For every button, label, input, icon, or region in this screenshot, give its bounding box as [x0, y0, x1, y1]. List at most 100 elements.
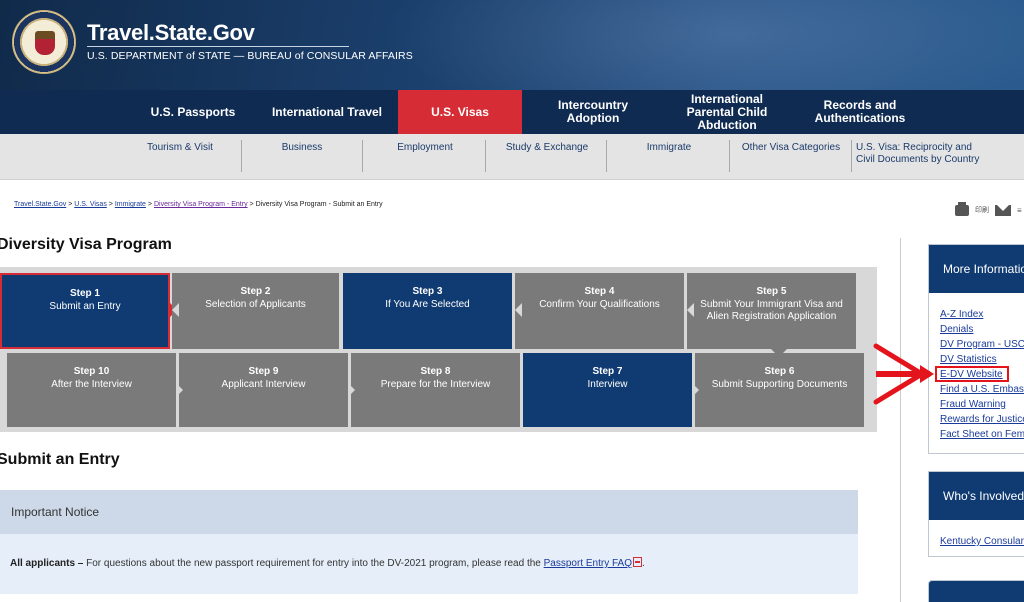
- step-number: Step 2: [240, 286, 271, 297]
- step-number: Step 10: [73, 366, 110, 377]
- site-title[interactable]: Travel.State.Gov: [87, 20, 255, 46]
- nav-us-passports[interactable]: U.S. Passports: [140, 90, 246, 134]
- sidebar-link-dv-statistics[interactable]: DV Statistics: [940, 352, 1024, 367]
- breadcrumb-current: Diversity Visa Program - Submit an Entry: [255, 201, 383, 208]
- breadcrumb-immigrate[interactable]: Immigrate: [115, 201, 146, 208]
- more-icon[interactable]: ≡: [1017, 206, 1022, 215]
- step-1[interactable]: Step 1 Submit an Entry: [0, 273, 170, 349]
- sidebar-link-a-z-index[interactable]: A-Z Index: [940, 307, 1024, 322]
- step-notch: [172, 303, 179, 317]
- site-subtitle: U.S. DEPARTMENT of STATE — BUREAU of CON…: [87, 50, 413, 62]
- step-label: Submit an Entry: [49, 301, 121, 312]
- breadcrumb-dv-entry[interactable]: Diversity Visa Program - Entry: [154, 201, 248, 208]
- whos-involved-links: Kentucky Consular Center: [929, 520, 1024, 549]
- breadcrumb: Travel.State.Gov > U.S. Visas > Immigrat…: [14, 201, 383, 208]
- breadcrumb-separator: >: [249, 201, 254, 208]
- notice-end: .: [642, 558, 645, 569]
- sidebar-link-dv-program-uscis[interactable]: DV Program - USCIS: [940, 337, 1024, 352]
- subnav-employment[interactable]: Employment: [372, 142, 478, 172]
- step-label: If You Are Selected: [385, 299, 470, 310]
- subnav-divider: [485, 140, 486, 172]
- step-label: Prepare for the Interview: [380, 379, 491, 390]
- step-label: Selection of Applicants: [205, 299, 306, 310]
- step-label: Confirm Your Qualifications: [539, 299, 660, 310]
- notice-text: For questions about the new passport req…: [86, 558, 541, 569]
- nav-records-authentications[interactable]: Records and Authentications: [806, 90, 914, 134]
- step-label: Interview: [587, 379, 628, 390]
- subnav-divider: [729, 140, 730, 172]
- section-title: Submit an Entry: [0, 451, 120, 468]
- step-number: Step 7: [592, 366, 623, 377]
- breadcrumb-separator: >: [147, 201, 152, 208]
- subnav-reciprocity[interactable]: U.S. Visa: Reciprocity and Civil Documen…: [856, 142, 980, 172]
- nav-intercountry-adoption[interactable]: Intercountry Adoption: [532, 90, 654, 134]
- step-2[interactable]: Step 2 Selection of Applicants: [172, 273, 339, 349]
- site-header: Travel.State.Gov U.S. DEPARTMENT of STAT…: [0, 0, 1024, 90]
- notice-heading: Important Notice: [0, 490, 858, 534]
- subnav-divider: [362, 140, 363, 172]
- step-number: Step 5: [756, 286, 787, 297]
- step-notch: [348, 383, 355, 397]
- world-map-background: [380, 0, 1024, 90]
- step-5[interactable]: Step 5 Submit Your Immigrant Visa and Al…: [687, 273, 856, 349]
- step-label: Applicant Interview: [221, 379, 306, 390]
- subnav-immigrate[interactable]: Immigrate: [616, 142, 722, 172]
- step-10[interactable]: Step 10 After the Interview: [7, 353, 176, 427]
- email-icon[interactable]: [995, 204, 1011, 216]
- step-label: After the Interview: [51, 379, 132, 390]
- whos-involved-heading: Who's Involved: [929, 472, 1024, 520]
- step-notch: [176, 383, 183, 397]
- step-number: Step 6: [764, 366, 795, 377]
- subnav-divider: [241, 140, 242, 172]
- sidebar-next-box: [928, 580, 1024, 602]
- step-7[interactable]: Step 7 Interview: [523, 353, 692, 427]
- subnav-business[interactable]: Business: [252, 142, 352, 172]
- step-number: Step 4: [584, 286, 615, 297]
- step-9[interactable]: Step 9 Applicant Interview: [179, 353, 348, 427]
- department-seal-logo[interactable]: [12, 10, 76, 74]
- subnav-divider: [606, 140, 607, 172]
- step-notch: [692, 383, 699, 397]
- step-notch: [687, 303, 694, 317]
- nav-parental-child-abduction[interactable]: International Parental Child Abduction: [668, 90, 786, 134]
- breadcrumb-us-visas[interactable]: U.S. Visas: [74, 201, 107, 208]
- pdf-icon: [633, 557, 643, 567]
- sidebar-divider: [900, 238, 901, 602]
- page-title: Diversity Visa Program: [0, 236, 172, 253]
- nav-international-travel[interactable]: International Travel: [270, 90, 384, 134]
- print-icon[interactable]: [955, 201, 969, 216]
- step-4[interactable]: Step 4 Confirm Your Qualifications: [515, 273, 684, 349]
- step-3[interactable]: Step 3 If You Are Selected: [343, 273, 512, 349]
- step-6[interactable]: Step 6 Submit Supporting Documents: [695, 353, 864, 427]
- subnav-other-visa-categories[interactable]: Other Visa Categories: [738, 142, 844, 172]
- utility-icons: 印刷 ≡: [955, 201, 1022, 217]
- subnav-divider: [851, 140, 852, 172]
- step-number: Step 9: [248, 366, 279, 377]
- sidebar-link-fraud-warning[interactable]: Fraud Warning: [940, 397, 1024, 412]
- step-number: Step 8: [420, 366, 451, 377]
- red-arrow-annotation: [873, 343, 934, 405]
- sidebar-link-kentucky-consular-center[interactable]: Kentucky Consular Center: [940, 534, 1024, 549]
- subnav-study-exchange[interactable]: Study & Exchange: [494, 142, 600, 172]
- dv-steps-diagram: Step 1 Submit an Entry Step 2 Selection …: [0, 267, 877, 432]
- more-information-heading: More Information: [929, 245, 1024, 293]
- sidebar-link-denials[interactable]: Denials: [940, 322, 1024, 337]
- breadcrumb-separator: >: [68, 201, 73, 208]
- more-information-box: More Information A-Z Index Denials DV Pr…: [928, 244, 1024, 454]
- breadcrumb-home[interactable]: Travel.State.Gov: [14, 201, 66, 208]
- step-8[interactable]: Step 8 Prepare for the Interview: [351, 353, 520, 427]
- step-number: Step 1: [69, 288, 100, 299]
- nav-us-visas[interactable]: U.S. Visas: [398, 90, 522, 134]
- notice-body: All applicants – For questions about the…: [0, 534, 858, 594]
- whos-involved-box: Who's Involved Kentucky Consular Center: [928, 471, 1024, 557]
- step-number: Step 3: [412, 286, 443, 297]
- subnav-tourism-visit[interactable]: Tourism & Visit: [130, 142, 230, 172]
- breadcrumb-separator: >: [108, 201, 113, 208]
- passport-entry-faq-link[interactable]: Passport Entry FAQ: [544, 558, 632, 569]
- print-label[interactable]: 印刷: [975, 205, 989, 215]
- sidebar-link-find-embassy[interactable]: Find a U.S. Embassy: [940, 382, 1024, 397]
- sidebar-link-fact-sheet[interactable]: Fact Sheet on Female: [940, 427, 1024, 442]
- edv-website-highlight: [935, 366, 1009, 382]
- sidebar-link-rewards-for-justice[interactable]: Rewards for Justice: [940, 412, 1024, 427]
- main-nav: U.S. Passports International Travel U.S.…: [0, 90, 1024, 134]
